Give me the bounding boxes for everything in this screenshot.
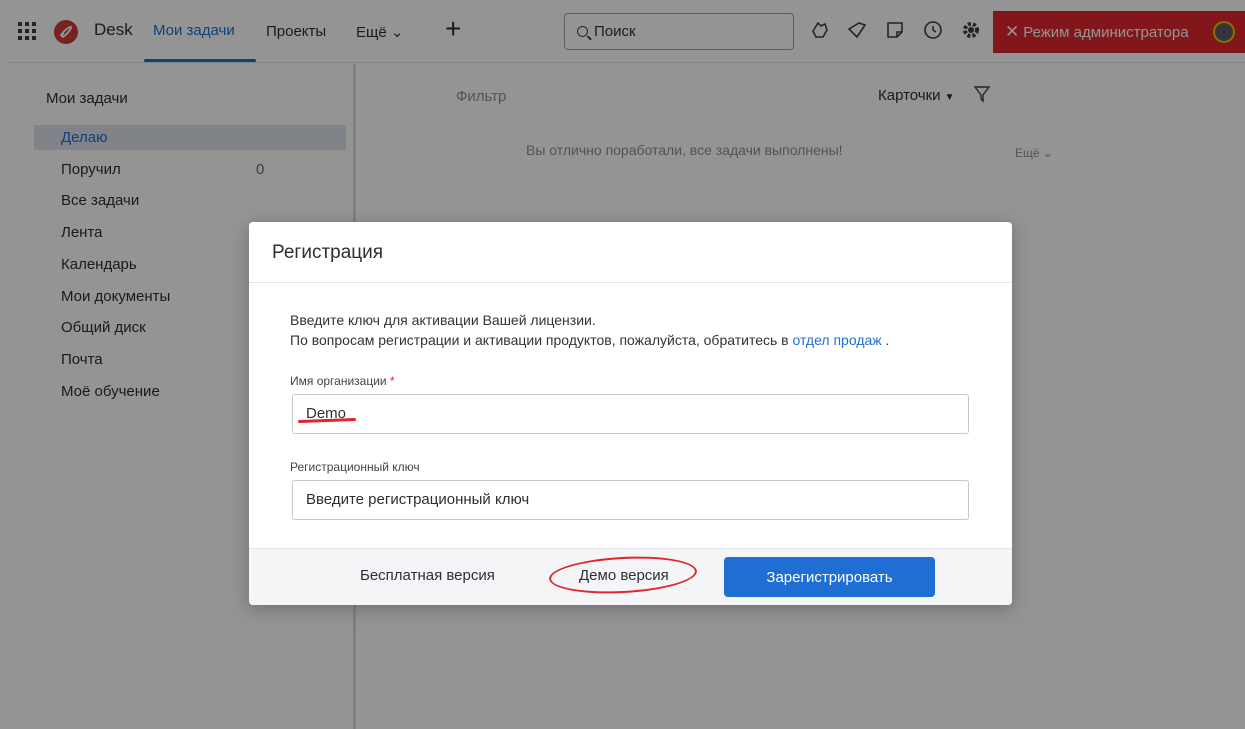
demo-version-button[interactable]: Демо версия — [579, 567, 669, 584]
intro-line-2: По вопросам регистрации и активации прод… — [290, 330, 889, 350]
org-name-label: Имя организации * — [290, 374, 395, 388]
dialog-title: Регистрация — [249, 222, 1012, 283]
reg-key-label: Регистрационный ключ — [290, 460, 420, 474]
dialog-intro: Введите ключ для активации Вашей лицензи… — [290, 310, 889, 350]
sales-department-link[interactable]: отдел продаж — [793, 332, 882, 348]
org-name-input[interactable]: Demo — [292, 394, 969, 434]
intro-line-2-text: По вопросам регистрации и активации прод… — [290, 332, 789, 348]
free-version-button[interactable]: Бесплатная версия — [360, 567, 495, 584]
reg-key-input[interactable]: Введите регистрационный ключ — [292, 480, 969, 520]
required-mark: * — [389, 374, 395, 388]
dialog-footer: Бесплатная версия Демо версия Зарегистри… — [249, 548, 1012, 605]
registration-dialog: Регистрация Введите ключ для активации В… — [249, 222, 1012, 605]
intro-suffix: . — [881, 332, 890, 348]
org-name-label-text: Имя организации — [290, 374, 387, 388]
intro-line-1: Введите ключ для активации Вашей лицензи… — [290, 312, 596, 328]
register-button[interactable]: Зарегистрировать — [724, 557, 935, 597]
